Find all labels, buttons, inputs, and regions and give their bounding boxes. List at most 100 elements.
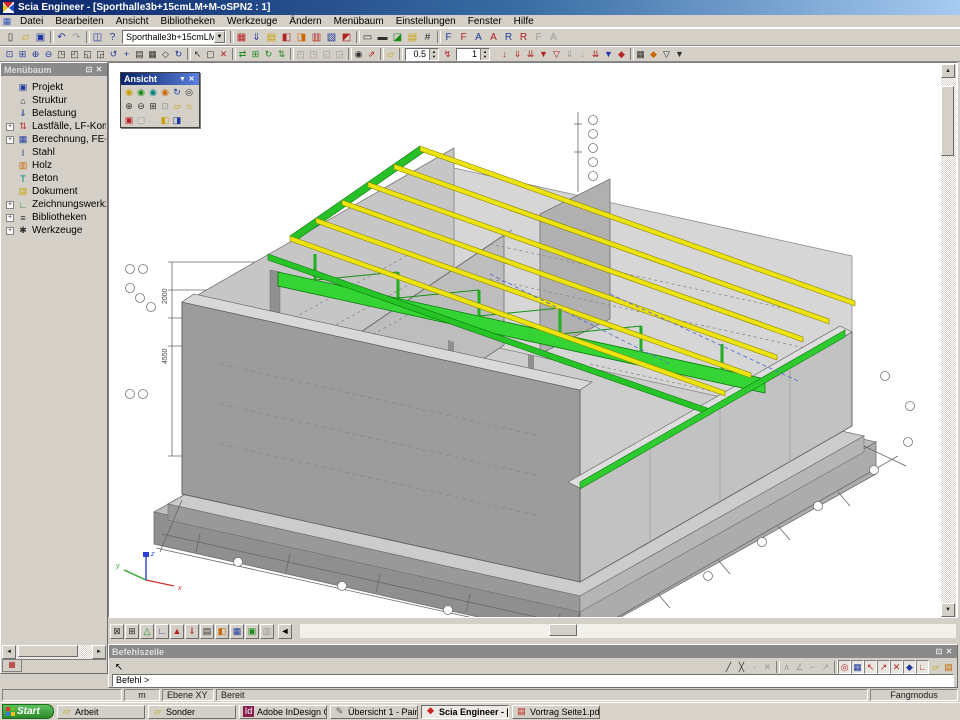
spinner-arrows-icon[interactable]: ▲▼ (480, 49, 489, 60)
section-box-icon[interactable]: ⊠ (110, 624, 124, 639)
zoom-window-icon[interactable]: ⊞ (147, 100, 159, 112)
gallery-icon[interactable]: ▥ (309, 30, 324, 44)
zoom-all-icon[interactable]: ⊡ (3, 47, 16, 61)
select-window-icon[interactable]: ▢ (204, 47, 217, 61)
snap-off-icon[interactable]: ✕ (761, 660, 774, 674)
pin-icon[interactable]: ⊡ (84, 65, 94, 74)
pointer-mode-icon[interactable]: ↖ (111, 660, 127, 674)
view-z-icon[interactable]: ◱ (81, 47, 94, 61)
deselect-icon[interactable]: ✕ (217, 47, 230, 61)
tree-item[interactable]: + I Stahl (2, 146, 106, 159)
temperature-load-icon[interactable]: ⇓ (563, 47, 576, 61)
zoom-cursor-icon[interactable]: ◎ (183, 86, 195, 98)
snap-store-icon[interactable]: ▱ (929, 660, 942, 674)
user-blocks-icon[interactable]: ◨ (294, 30, 309, 44)
tree-item[interactable]: + ▥ Holz (2, 159, 106, 172)
rotate-object-icon[interactable]: ↻ (262, 47, 275, 61)
menu-item[interactable]: Ändern (283, 16, 327, 27)
light-icon[interactable]: ☼ (183, 100, 195, 112)
axonometric-view-icon[interactable]: ◲ (94, 47, 107, 61)
self-weight-icon[interactable]: ⇊ (589, 47, 602, 61)
taskbar-task[interactable]: ✎ Übersicht 1 - Paint (330, 705, 418, 719)
menu-item[interactable]: Hilfe (508, 16, 540, 27)
pan-view-icon[interactable]: + (120, 47, 133, 61)
viewport-vscrollbar[interactable]: ▲ ▼ (941, 64, 956, 617)
clipping-box-icon[interactable]: ▣ (123, 114, 135, 126)
tracking-icon[interactable]: ◎ (838, 660, 851, 674)
dock-view-3-icon[interactable]: ◱ (320, 47, 333, 61)
command-input[interactable]: Befehl > (112, 674, 954, 687)
taskbar-task[interactable]: ▤ Vortrag Seite1.pdf ... (512, 705, 600, 719)
scroll-down-icon[interactable]: ▼ (941, 603, 955, 617)
status-plane[interactable]: Ebene XY (162, 689, 214, 701)
new-window-icon[interactable]: ◫ (90, 30, 105, 44)
render-settings-icon[interactable]: ◧ (215, 624, 229, 639)
sidebar-tab-menubaum[interactable]: ▦ (2, 660, 22, 672)
link-icon[interactable]: ◉ (352, 47, 365, 61)
tree-item[interactable]: + ⌂ Struktur (2, 94, 106, 107)
results-display-icon[interactable]: ▲ (170, 624, 184, 639)
image-gallery-icon[interactable]: ◪ (390, 30, 405, 44)
results-lock-icon[interactable]: R (501, 30, 516, 44)
start-button[interactable]: Start (2, 704, 54, 719)
new-project-icon[interactable]: ▯ (3, 30, 18, 44)
snap-intersection-icon[interactable]: ╳ (735, 660, 748, 674)
tree-item[interactable]: + ∟ Zeichnungswerkzeuge (2, 198, 106, 211)
dock-view-4-icon[interactable]: ◲ (333, 47, 346, 61)
mdi-document-icon[interactable]: ▦ (0, 16, 14, 27)
copy-icon[interactable]: ⊞ (249, 47, 262, 61)
mirror-icon[interactable]: ⇅ (275, 47, 288, 61)
taskbar-task[interactable]: ▱ Arbeit (57, 705, 145, 719)
scale-object-icon[interactable]: ⇗ (365, 47, 378, 61)
print-icon[interactable]: ▭ (360, 30, 375, 44)
scroll-right-icon[interactable]: ► (92, 645, 106, 659)
expand-icon[interactable]: + (6, 123, 14, 131)
moment-load-icon[interactable]: ▽ (550, 47, 563, 61)
zoom-out-icon[interactable]: ⊖ (42, 47, 55, 61)
structure-menu-icon[interactable]: ▦ (234, 30, 249, 44)
result-scale-spinner[interactable]: 1 ▲▼ (456, 48, 490, 61)
menu-item[interactable]: Menübaum (328, 16, 390, 27)
expand-icon[interactable]: + (6, 227, 14, 235)
axes-display-icon[interactable]: ∟ (155, 624, 169, 639)
ansicht-palette[interactable]: Ansicht ▼ ✕ ◉◉◉◉↻◎ ⊕⊖⊞⊡▱☼ ▣▢◧◨ (120, 72, 200, 128)
spinner-arrows-icon[interactable]: ▲▼ (429, 49, 438, 60)
expand-icon[interactable]: + (6, 214, 14, 222)
befehlszeile-header[interactable]: Befehlszeile ⊡ ✕ (109, 645, 957, 658)
collapse-toolbar-icon[interactable]: ◄ (278, 624, 292, 639)
labels-display-icon[interactable]: ▤ (200, 624, 214, 639)
results-lock-2-icon[interactable]: R (516, 30, 531, 44)
open-layer-icon[interactable]: ▱ (384, 47, 397, 61)
load-menu-icon[interactable]: ⇓ (249, 30, 264, 44)
view-y-direction-icon[interactable]: ◉ (135, 86, 147, 98)
rotate-view-icon[interactable]: ↺ (107, 47, 120, 61)
zoom-all-icon[interactable]: ⊡ (159, 100, 171, 112)
save-project-icon[interactable]: ▣ (33, 30, 48, 44)
tree-item[interactable]: + ✱ Werkzeuge (2, 224, 106, 237)
undo-icon[interactable]: ↶ (54, 30, 69, 44)
move-icon[interactable]: ⇄ (236, 47, 249, 61)
snap-edge-icon[interactable]: ⌐ (806, 660, 819, 674)
snap-perpendicular-icon[interactable]: ✕ (890, 660, 903, 674)
view-parameters-2-icon[interactable]: F (456, 30, 471, 44)
view-z-direction-icon[interactable]: ◉ (147, 86, 159, 98)
section-plane-icon[interactable]: ⊞ (125, 624, 139, 639)
tree-item[interactable]: + ⇅ Lastfälle, LF-Kombinationen (2, 120, 106, 133)
menu-item[interactable]: Bibliotheken (155, 16, 221, 27)
menu-item[interactable]: Werkzeuge (221, 16, 283, 27)
snap-midpoint-icon[interactable]: ↗ (877, 660, 890, 674)
top-view-icon[interactable]: ▦ (146, 47, 159, 61)
predeformation-icon[interactable]: ↓ (576, 47, 589, 61)
tree-item[interactable]: + ▤ Dokument (2, 185, 106, 198)
dock-view-2-icon[interactable]: ◳ (307, 47, 320, 61)
tree-item[interactable]: + ▦ Berechnung, FE-Netz (2, 133, 106, 146)
free-load-icon[interactable]: ▼ (537, 47, 550, 61)
snap-tangent-icon[interactable]: ∟ (916, 660, 929, 674)
nonlinear-combinations-icon[interactable]: ▽ (660, 47, 673, 61)
menu-item[interactable]: Fenster (462, 16, 508, 27)
surface-load-icon[interactable]: ⇊ (524, 47, 537, 61)
document-icon[interactable]: ▤ (405, 30, 420, 44)
picture-icon[interactable]: ◩ (339, 30, 354, 44)
view-folder-icon[interactable]: ▱ (171, 100, 183, 112)
activity-2-icon[interactable]: A (486, 30, 501, 44)
